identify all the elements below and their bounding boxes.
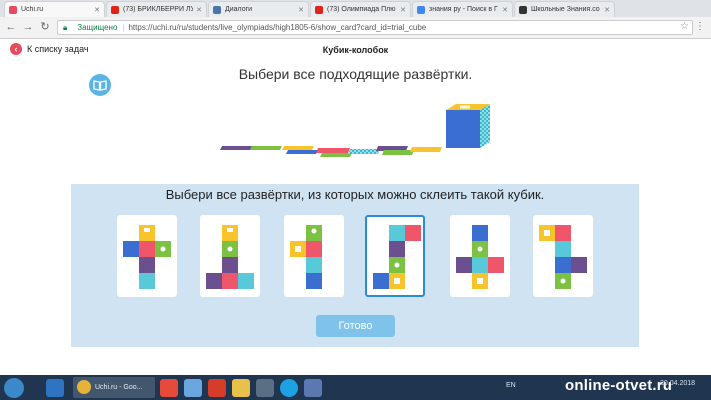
tab-title: Uchi.ru	[21, 6, 44, 13]
clock-date: 20.04.2018	[660, 380, 696, 387]
media-icon[interactable]	[256, 379, 274, 397]
bookmark-star-icon[interactable]: ☆	[680, 21, 689, 32]
reload-icon[interactable]: ↻	[38, 20, 52, 34]
google-favicon-icon	[417, 5, 425, 14]
clock[interactable]: 20.04.2018	[660, 379, 695, 388]
menu-icon[interactable]: ⋮	[695, 21, 705, 32]
ie-icon[interactable]	[46, 379, 64, 397]
net-option-6[interactable]	[533, 215, 593, 297]
address-bar: ← → ↻ 🔒︎ Защищено | https://uchi.ru/ru/s…	[0, 17, 711, 39]
close-icon[interactable]: ✕	[298, 6, 304, 14]
close-icon[interactable]: ✕	[94, 6, 100, 14]
znanija-favicon-icon	[519, 5, 527, 14]
net-option-2[interactable]	[200, 215, 260, 297]
net-option-3[interactable]	[284, 215, 344, 297]
tab-title: Школьные Знания.co	[531, 6, 600, 13]
secure-label: Защищено	[77, 23, 118, 32]
tab-title: знания ру - Поиск в Г	[429, 6, 498, 13]
url-input[interactable]: 🔒︎ Защищено | https://uchi.ru/ru/student…	[57, 20, 693, 35]
taskbar-chrome-app[interactable]: Uchi.ru - Goo...	[73, 377, 155, 398]
tab-youtube-1[interactable]: (73) БРИКЛБЕРРИ ЛУЧ ✕	[106, 1, 207, 17]
tab-vk[interactable]: Диалоги ✕	[208, 1, 309, 17]
tab-youtube-2[interactable]: (73) Олимпиада Плю ✕	[310, 1, 411, 17]
yandex-icon[interactable]	[160, 379, 178, 397]
net-option-4[interactable]	[365, 215, 425, 297]
cube-strip-illustration	[218, 100, 518, 170]
taskbar-app-label: Uchi.ru - Goo...	[95, 384, 143, 391]
back-arrow-icon[interactable]: ←	[4, 20, 18, 34]
chrome-icon	[77, 380, 91, 394]
forward-arrow-icon[interactable]: →	[21, 20, 35, 34]
tab-uchi[interactable]: Uchi.ru ✕	[4, 1, 105, 17]
language-indicator[interactable]: EN	[506, 382, 516, 389]
page-title: Кубик-колобок	[322, 45, 389, 55]
net-option-1[interactable]	[117, 215, 177, 297]
yandex-browser-icon[interactable]	[208, 379, 226, 397]
tab-title: (73) Олимпиада Плю	[327, 6, 396, 13]
youtube-favicon-icon	[111, 5, 119, 14]
lock-icon: 🔒︎	[63, 22, 68, 32]
net-option-5[interactable]	[450, 215, 510, 297]
done-button[interactable]: Готово	[316, 315, 395, 337]
tab-title: Диалоги	[225, 6, 253, 13]
question-text: Выбери все развёртки, из которых можно с…	[165, 187, 545, 202]
close-icon[interactable]: ✕	[604, 6, 610, 14]
tab-google[interactable]: знания ру - Поиск в Г ✕	[412, 1, 513, 17]
watermark: online-otvet.ru	[565, 377, 673, 394]
url-text: https://uchi.ru/ru/students/live_olympia…	[128, 23, 427, 32]
uchi-favicon-icon	[9, 5, 17, 14]
start-button-icon[interactable]	[4, 378, 24, 398]
tab-title: (73) БРИКЛБЕРРИ ЛУЧ	[123, 6, 194, 13]
tab-strip: Uchi.ru ✕ (73) БРИКЛБЕРРИ ЛУЧ ✕ Диалоги …	[0, 0, 711, 17]
book-icon[interactable]	[89, 74, 111, 96]
app-icon[interactable]	[304, 379, 322, 397]
vk-favicon-icon	[213, 5, 221, 14]
cube	[446, 104, 490, 148]
close-icon[interactable]: ✕	[502, 6, 508, 14]
explorer-icon[interactable]	[184, 379, 202, 397]
skype-icon[interactable]	[280, 379, 298, 397]
close-icon[interactable]: ✕	[196, 6, 202, 14]
folder-icon[interactable]	[232, 379, 250, 397]
close-icon[interactable]: ✕	[400, 6, 406, 14]
youtube-favicon-icon	[315, 5, 323, 14]
tab-znanija[interactable]: Школьные Знания.co ✕	[514, 1, 615, 17]
strip-tiles	[220, 146, 442, 157]
